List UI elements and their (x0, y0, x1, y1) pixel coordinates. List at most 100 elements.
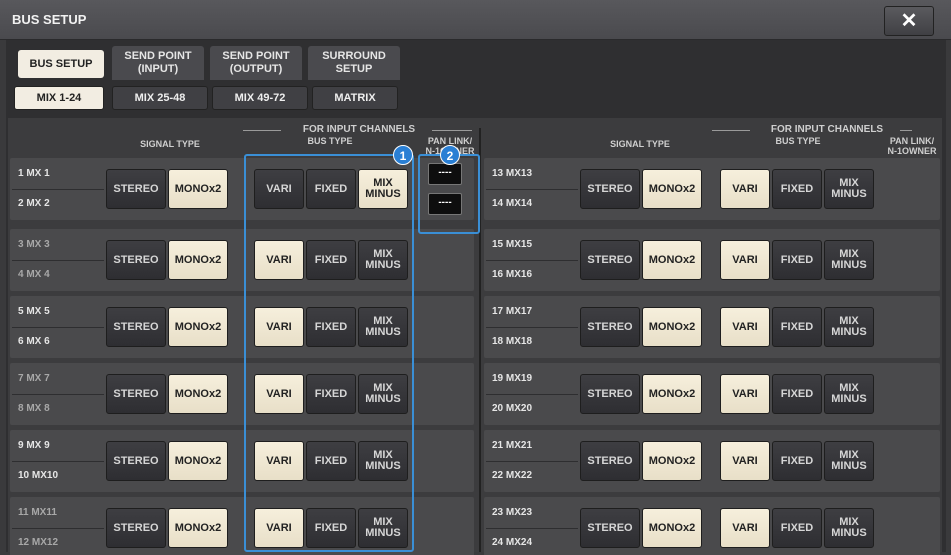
channel-separator (486, 528, 578, 529)
vari-button[interactable]: VARI (720, 240, 770, 280)
vari-button[interactable]: VARI (720, 508, 770, 548)
tab-surround-setup[interactable]: SURROUND SETUP (308, 46, 400, 80)
mono-x2-button[interactable]: MONOx2 (168, 374, 228, 414)
channel-separator (12, 327, 104, 328)
channel-separator (12, 260, 104, 261)
vari-button[interactable]: VARI (720, 374, 770, 414)
mono-x2-button[interactable]: MONOx2 (642, 374, 702, 414)
tab-bus-setup[interactable]: BUS SETUP (18, 50, 104, 78)
mono-x2-button[interactable]: MONOx2 (168, 307, 228, 347)
stereo-button[interactable]: STEREO (106, 374, 166, 414)
channel-label-a: 23 MX23 (492, 507, 533, 518)
bus-type-header-left: BUS TYPE (307, 136, 353, 146)
stereo-button[interactable]: STEREO (580, 508, 640, 548)
mix-minus-button[interactable]: MIX MINUS (824, 374, 874, 414)
tab-send-point-output[interactable]: SEND POINT (OUTPUT) (210, 46, 302, 80)
channel-label-b: 20 MX20 (492, 403, 533, 414)
channel-separator (486, 461, 578, 462)
channel-separator (12, 394, 104, 395)
fixed-button[interactable]: FIXED (772, 441, 822, 481)
mono-x2-button[interactable]: MONOx2 (642, 240, 702, 280)
channel-label-a: 17 MX17 (492, 306, 533, 317)
header-line (712, 130, 750, 131)
fixed-button[interactable]: FIXED (772, 508, 822, 548)
vari-button[interactable]: VARI (720, 169, 770, 209)
mono-x2-button[interactable]: MONOx2 (642, 307, 702, 347)
channel-separator (12, 461, 104, 462)
stereo-button[interactable]: STEREO (580, 307, 640, 347)
channel-label-a: 11 MX11 (18, 507, 57, 518)
channel-label-a: 19 MX19 (492, 373, 533, 384)
tab-label: SEND POINT (INPUT) (124, 50, 192, 75)
fixed-button[interactable]: FIXED (772, 240, 822, 280)
channel-label-b: 6 MX 6 (18, 336, 50, 347)
callout-1-badge: 1 (393, 145, 413, 165)
fixed-button[interactable]: FIXED (772, 374, 822, 414)
header-line (900, 130, 912, 131)
subtab-mix-25-48[interactable]: MIX 25-48 (112, 86, 208, 110)
channel-label-a: 7 MX 7 (18, 373, 50, 384)
title-bar: BUS SETUP ✕ (0, 0, 951, 40)
stereo-button[interactable]: STEREO (580, 374, 640, 414)
for-input-header-left: FOR INPUT CHANNELS (302, 124, 416, 135)
subtab-mix-1-24[interactable]: MIX 1-24 (14, 86, 104, 110)
stereo-button[interactable]: STEREO (106, 169, 166, 209)
mono-x2-button[interactable]: MONOx2 (642, 441, 702, 481)
channel-label-a: 13 MX13 (492, 168, 533, 179)
mono-x2-button[interactable]: MONOx2 (642, 169, 702, 209)
window-title: BUS SETUP (12, 12, 87, 27)
header-line (432, 130, 472, 131)
stereo-button[interactable]: STEREO (106, 307, 166, 347)
channel-label-b: 22 MX22 (492, 470, 533, 481)
subtab-mix-49-72[interactable]: MIX 49-72 (212, 86, 308, 110)
mix-minus-button[interactable]: MIX MINUS (824, 508, 874, 548)
stereo-button[interactable]: STEREO (106, 240, 166, 280)
signal-type-header-left: SIGNAL TYPE (140, 139, 200, 149)
channel-separator (486, 394, 578, 395)
tab-send-point-input[interactable]: SEND POINT (INPUT) (112, 46, 204, 80)
vari-button[interactable]: VARI (720, 307, 770, 347)
channel-label-a: 21 MX21 (492, 440, 533, 451)
bus-type-header-right: BUS TYPE (775, 136, 821, 146)
mix-minus-button[interactable]: MIX MINUS (824, 240, 874, 280)
header-line (243, 130, 281, 131)
signal-type-header-right: SIGNAL TYPE (610, 139, 670, 149)
mono-x2-button[interactable]: MONOx2 (642, 508, 702, 548)
channel-label-b: 2 MX 2 (18, 198, 50, 209)
vari-button[interactable]: VARI (720, 441, 770, 481)
channel-label-a: 5 MX 5 (18, 306, 50, 317)
close-icon[interactable]: ✕ (884, 6, 934, 36)
mono-x2-button[interactable]: MONOx2 (168, 441, 228, 481)
callout-box-bus-type (244, 154, 414, 552)
stereo-button[interactable]: STEREO (106, 508, 166, 548)
channel-separator (486, 327, 578, 328)
channel-separator (486, 189, 578, 190)
fixed-button[interactable]: FIXED (772, 307, 822, 347)
fixed-button[interactable]: FIXED (772, 169, 822, 209)
mono-x2-button[interactable]: MONOx2 (168, 240, 228, 280)
mix-minus-button[interactable]: MIX MINUS (824, 441, 874, 481)
callout-2-badge: 2 (440, 145, 460, 165)
channel-separator (486, 260, 578, 261)
channel-label-b: 16 MX16 (492, 269, 533, 280)
callout-box-pan-link (418, 154, 480, 234)
stereo-button[interactable]: STEREO (106, 441, 166, 481)
channel-label-a: 15 MX15 (492, 239, 533, 250)
mix-minus-button[interactable]: MIX MINUS (824, 169, 874, 209)
subtab-matrix[interactable]: MATRIX (312, 86, 398, 110)
channel-label-a: 9 MX 9 (18, 440, 50, 451)
channel-label-b: 4 MX 4 (18, 269, 50, 280)
stereo-button[interactable]: STEREO (580, 240, 640, 280)
mono-x2-button[interactable]: MONOx2 (168, 508, 228, 548)
channel-label-b: 12 MX12 (18, 537, 59, 548)
tab-label: SEND POINT (OUTPUT) (222, 50, 290, 75)
mix-minus-button[interactable]: MIX MINUS (824, 307, 874, 347)
stereo-button[interactable]: STEREO (580, 441, 640, 481)
channel-label-b: 24 MX24 (492, 537, 533, 548)
channel-label-b: 18 MX18 (492, 336, 533, 347)
channel-label-b: 14 MX14 (492, 198, 533, 209)
mono-x2-button[interactable]: MONOx2 (168, 169, 228, 209)
channel-label-a: 1 MX 1 (18, 168, 50, 179)
channel-label-b: 10 MX10 (18, 470, 59, 481)
stereo-button[interactable]: STEREO (580, 169, 640, 209)
